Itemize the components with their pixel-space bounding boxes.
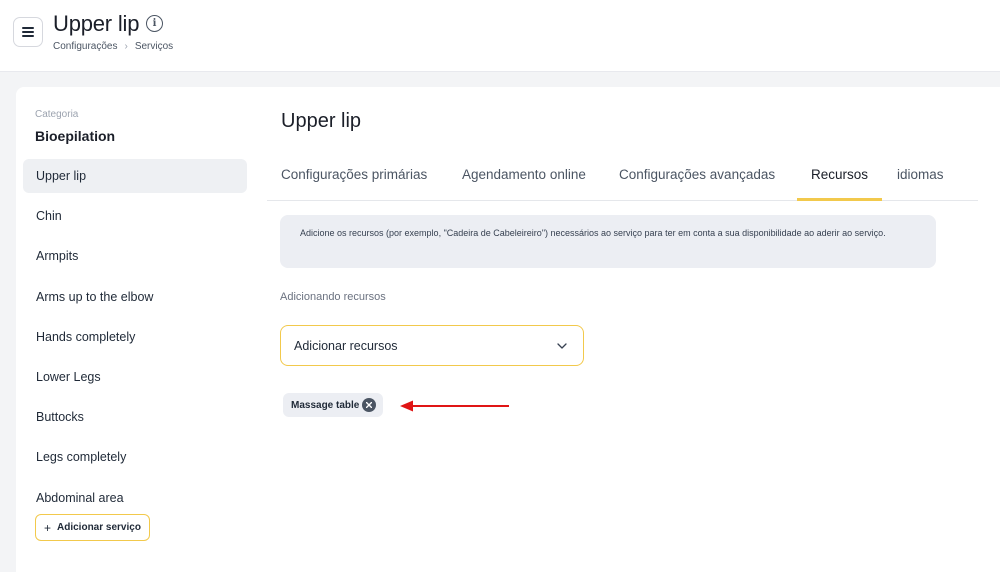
section-label: Adicionando recursos: [280, 291, 386, 303]
hamburger-icon: [22, 27, 34, 37]
resource-chip: Massage table: [283, 393, 384, 417]
content-panel: Categoria Bioepilation Upper lip Chin Ar…: [16, 87, 1000, 572]
breadcrumb: Configurações › Serviços: [53, 41, 173, 52]
info-notice: Adicione os recursos (por exemplo, "Cade…: [280, 215, 936, 268]
tab-configuracoes-avancadas[interactable]: Configurações avançadas: [605, 159, 789, 201]
menu-button[interactable]: [13, 17, 43, 47]
chevron-right-icon: ›: [124, 41, 128, 52]
category-label: Categoria: [35, 109, 79, 120]
service-item-upper-lip[interactable]: Upper lip: [23, 159, 247, 193]
add-service-label: Adicionar serviço: [57, 522, 141, 533]
add-service-button[interactable]: + Adicionar serviço: [35, 514, 150, 541]
tab-configuracoes-primarias[interactable]: Configurações primárias: [267, 159, 441, 201]
remove-icon[interactable]: [362, 398, 377, 412]
page-title: Upper lip: [53, 11, 140, 36]
tab-bar: Configurações primárias Agendamento onli…: [267, 159, 978, 201]
resource-chip-label: Massage table: [291, 399, 360, 411]
service-title: Upper lip: [281, 110, 362, 132]
service-item-lower-legs[interactable]: Lower Legs: [23, 360, 247, 394]
info-icon[interactable]: i: [146, 15, 163, 32]
top-header: Upper lip i Configurações › Serviços: [0, 0, 1000, 72]
tab-agendamento-online[interactable]: Agendamento online: [448, 159, 600, 201]
resource-select[interactable]: Adicionar recursos: [280, 325, 584, 366]
breadcrumb-configuracoes[interactable]: Configurações: [53, 41, 117, 52]
annotation-arrow-icon: [400, 400, 509, 412]
service-list: Upper lip Chin Armpits Arms up to the el…: [23, 159, 247, 521]
plus-icon: +: [44, 520, 52, 535]
service-item-legs-completely[interactable]: Legs completely: [23, 440, 247, 474]
chevron-down-icon: [557, 342, 567, 349]
service-item-buttocks[interactable]: Buttocks: [23, 400, 247, 434]
category-name: Bioepilation: [35, 128, 116, 144]
tab-idiomas[interactable]: idiomas: [883, 159, 958, 201]
tab-recursos[interactable]: Recursos: [797, 159, 883, 201]
service-item-armpits[interactable]: Armpits: [23, 239, 247, 273]
service-item-abdominal-area[interactable]: Abdominal area: [23, 481, 247, 515]
service-item-chin[interactable]: Chin: [23, 199, 247, 233]
service-item-arms-up-to-the-elbow[interactable]: Arms up to the elbow: [23, 280, 247, 314]
breadcrumb-servicos[interactable]: Serviços: [135, 41, 173, 52]
resource-select-value: Adicionar recursos: [294, 338, 398, 353]
service-item-hands-completely[interactable]: Hands completely: [23, 320, 247, 354]
